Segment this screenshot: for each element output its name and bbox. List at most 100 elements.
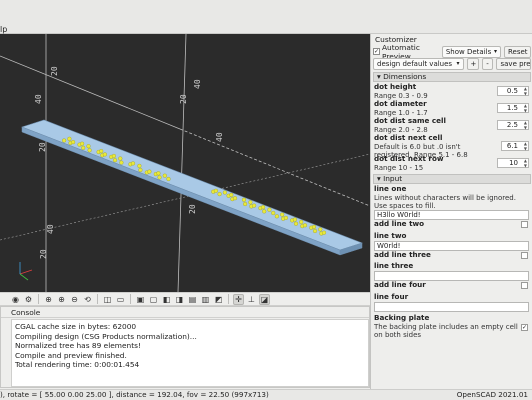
spin-value: 1.5 — [506, 104, 518, 112]
preset-value: design default values — [377, 60, 453, 68]
perspective-icon[interactable]: ◫ — [102, 294, 113, 305]
console-output[interactable]: CGAL cache size in bytes: 62000 Compilin… — [11, 319, 369, 387]
add-line-four-checkbox[interactable] — [521, 282, 528, 289]
braille-dot — [112, 158, 118, 163]
braille-dot — [283, 215, 288, 220]
scale-icon[interactable]: ⊥ — [246, 294, 257, 305]
braille-dot — [267, 207, 272, 212]
render-icon[interactable]: ⚙ — [23, 294, 34, 305]
param-backing-plate: Backing plate The backing plate includes… — [374, 313, 529, 344]
param-line-one: line one Lines without characters will b… — [374, 184, 529, 211]
braille-dot — [86, 144, 91, 149]
show-details-label: Show Details — [445, 47, 492, 56]
zoom-in-icon[interactable]: ⊕ — [56, 294, 67, 305]
param-add-line-three: add line three — [374, 250, 529, 260]
braille-dot — [262, 209, 267, 214]
braille-dot — [311, 224, 317, 229]
dot-dist-next-cell-spinbox[interactable]: 6.1 ▲ ▼ — [501, 141, 529, 151]
braille-dot — [217, 192, 222, 197]
reset-button[interactable]: Reset — [504, 45, 531, 58]
edges-icon[interactable]: ◪ — [259, 293, 270, 305]
braille-dot — [166, 176, 171, 182]
toolbar-separator — [228, 294, 229, 304]
dot-height-spinbox[interactable]: 0.5 ▲ ▼ — [497, 86, 529, 96]
console-line: Compiling design (CSG Products normaliza… — [15, 331, 197, 341]
param-name: line one — [374, 184, 407, 193]
braille-dot — [156, 171, 161, 176]
x-axis-line — [0, 55, 181, 130]
spin-arrows-icon[interactable]: ▲ ▼ — [524, 141, 527, 151]
scene-svg: 20 40 20 40 20 40 20 40 20 — [0, 34, 370, 292]
orthogonal-icon[interactable]: ▭ — [115, 294, 126, 305]
spin-arrows-icon[interactable]: ▲ ▼ — [524, 158, 527, 168]
axis-label: 20 — [188, 204, 197, 214]
customizer-controls-row: ✓ Automatic Preview Show Details ▾ Reset — [373, 43, 531, 61]
backing-plate-checkbox[interactable]: ✓ — [521, 324, 528, 331]
braille-dot — [321, 230, 327, 235]
top-view-icon[interactable]: ▣ — [135, 294, 146, 305]
braille-dot — [213, 188, 218, 193]
add-line-three-checkbox[interactable] — [521, 252, 528, 259]
axis-label: 40 — [193, 79, 202, 89]
braille-dot — [102, 152, 107, 157]
param-name: Backing plate — [374, 313, 430, 322]
left-view-icon[interactable]: ◧ — [161, 294, 172, 305]
param-name: add line four — [374, 280, 426, 289]
axes-icon[interactable]: ✛ — [233, 293, 244, 305]
input-header-label: Input — [383, 174, 403, 183]
dot-dist-next-row-spinbox[interactable]: 10 ▲ ▼ — [497, 158, 529, 168]
braille-dot — [241, 197, 247, 202]
braille-dot — [67, 136, 72, 141]
save-preset-button[interactable]: save preset — [496, 58, 532, 70]
right-view-icon[interactable]: ◨ — [174, 294, 185, 305]
3d-viewport[interactable]: 20 40 20 40 20 40 20 40 20 — [0, 34, 370, 292]
braille-dot — [119, 160, 124, 165]
braille-dot — [111, 153, 116, 159]
axis-label: 20 — [39, 249, 48, 259]
gizmo-y — [19, 273, 29, 281]
add-line-two-checkbox[interactable] — [521, 221, 528, 228]
front-view-icon[interactable]: ▤ — [187, 294, 198, 305]
dot-diameter-spinbox[interactable]: 1.5 ▲ ▼ — [497, 103, 529, 113]
remove-preset-button[interactable]: - — [481, 58, 494, 70]
plate-top — [21, 119, 363, 251]
braille-dot — [147, 169, 152, 174]
preset-dropdown[interactable]: design default values ▾ — [373, 58, 464, 70]
braille-dot — [157, 175, 162, 180]
param-desc: The backing plate includes an empty cell… — [374, 322, 518, 340]
show-details-dropdown[interactable]: Show Details ▾ — [441, 45, 501, 58]
preview-icon[interactable]: ◉ — [10, 294, 21, 305]
braille-dot — [62, 138, 67, 143]
param-desc: Lines without characters will be ignored… — [374, 193, 516, 211]
input-section-header[interactable]: ▾ Input — [373, 174, 531, 184]
status-bar: ), rotate = [ 55.00 0.00 25.00 ], distan… — [0, 389, 532, 400]
dot-dist-same-cell-spinbox[interactable]: 2.5 ▲ ▼ — [497, 120, 529, 130]
braille-dot — [248, 200, 253, 205]
status-view-info: ), rotate = [ 55.00 0.00 25.00 ], distan… — [0, 390, 269, 399]
axis-label: 20 — [38, 142, 47, 152]
spin-arrows-icon[interactable]: ▲ ▼ — [524, 103, 527, 113]
reset-view-icon[interactable]: ⟲ — [82, 294, 93, 305]
view-toolbar: ◉ ⚙ ⊕ ⊕ ⊖ ⟲ ◫ ▭ ▣ ▢ ◧ ◨ ▤ ▥ ◩ ✛ ⊥ ◪ — [0, 292, 370, 306]
zoom-out-icon[interactable]: ⊖ — [69, 294, 80, 305]
bottom-view-icon[interactable]: ▢ — [148, 294, 159, 305]
braille-dot — [318, 227, 323, 232]
braille-dot — [99, 149, 104, 154]
chevron-down-icon: ▾ — [493, 47, 497, 55]
y-axis-line — [177, 34, 187, 292]
plate-front — [21, 126, 341, 256]
help-menu-fragment[interactable]: lp — [0, 25, 7, 34]
back-view-icon[interactable]: ▥ — [200, 294, 211, 305]
view-all-icon[interactable]: ⊕ — [43, 294, 54, 305]
line-four-input[interactable] — [374, 302, 529, 312]
add-preset-button[interactable]: + — [466, 58, 479, 70]
spin-arrows-icon[interactable]: ▲ ▼ — [524, 86, 527, 96]
spin-arrows-icon[interactable]: ▲ ▼ — [524, 120, 527, 130]
braille-dot — [222, 190, 227, 195]
status-version: OpenSCAD 2021.01 — [456, 390, 528, 399]
braille-dot — [118, 156, 123, 161]
automatic-preview-check[interactable]: ✓ — [373, 48, 380, 55]
dimensions-section-header[interactable]: ▾ Dimensions — [373, 72, 531, 82]
axis-label: 40 — [34, 94, 43, 104]
diagonal-view-icon[interactable]: ◩ — [213, 294, 224, 305]
